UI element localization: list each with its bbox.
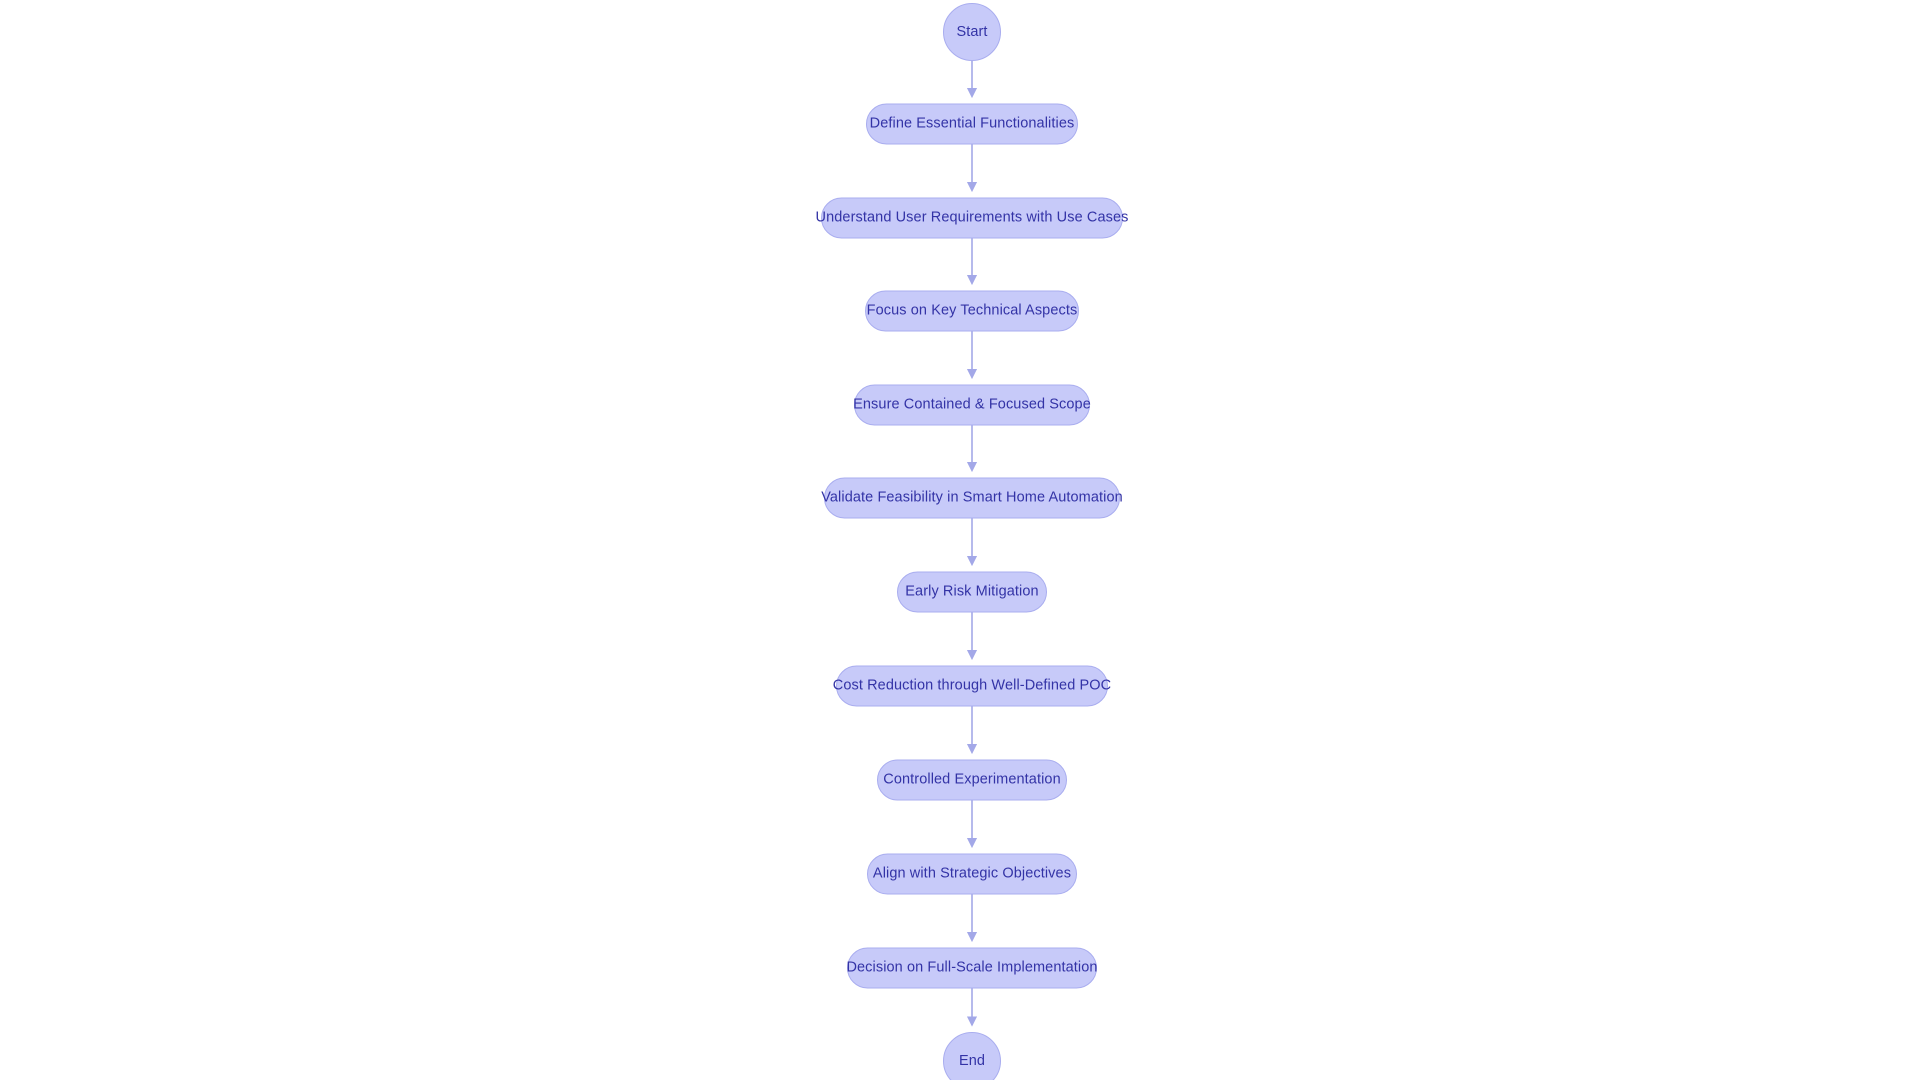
flow-node-label: Early Risk Mitigation xyxy=(905,583,1039,600)
flow-node-define[interactable]: Define Essential Functionalities xyxy=(866,103,1078,145)
flow-node-decision[interactable]: Decision on Full-Scale Implementation xyxy=(846,947,1098,989)
flowchart-canvas: Start Define Essential Functionalities Und… xyxy=(0,0,1920,1080)
flow-node-label: Controlled Experimentation xyxy=(883,771,1061,788)
flow-node-label: Focus on Key Technical Aspects xyxy=(866,302,1078,319)
flow-node-label: Validate Feasibility in Smart Home Autom… xyxy=(821,489,1123,506)
flow-node-risk[interactable]: Early Risk Mitigation xyxy=(897,571,1047,613)
flow-node-label: Start xyxy=(956,23,988,40)
flow-node-controlled[interactable]: Controlled Experimentation xyxy=(877,759,1067,801)
flow-node-validate[interactable]: Validate Feasibility in Smart Home Autom… xyxy=(821,477,1123,519)
flow-node-label: Understand User Requirements with Use Ca… xyxy=(815,209,1129,226)
flow-node-align[interactable]: Align with Strategic Objectives xyxy=(867,853,1077,895)
flow-node-focus[interactable]: Focus on Key Technical Aspects xyxy=(865,290,1079,332)
flow-node-label: Align with Strategic Objectives xyxy=(872,865,1072,882)
node-layer: Start Define Essential Functionalities Und… xyxy=(0,0,1920,1080)
flow-node-label: Decision on Full-Scale Implementation xyxy=(846,959,1098,976)
flow-node-scope[interactable]: Ensure Contained & Focused Scope xyxy=(853,384,1091,426)
flow-node-label: Cost Reduction through Well-Defined POC xyxy=(832,677,1112,694)
flow-node-end[interactable]: End xyxy=(943,1032,1001,1080)
flow-node-label: Ensure Contained & Focused Scope xyxy=(853,396,1091,413)
flow-node-label: Define Essential Functionalities xyxy=(869,115,1075,132)
flow-node-understand[interactable]: Understand User Requirements with Use Ca… xyxy=(816,197,1128,239)
flow-node-label: End xyxy=(958,1052,986,1069)
flow-node-cost[interactable]: Cost Reduction through Well-Defined POC xyxy=(832,665,1112,707)
flow-node-start[interactable]: Start xyxy=(943,3,1001,61)
